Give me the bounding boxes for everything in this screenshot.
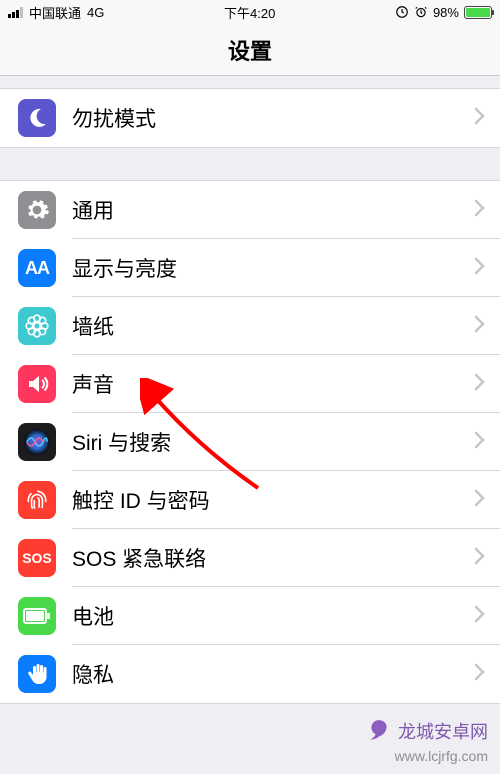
nav-bar: 设置 [0, 24, 500, 76]
fingerprint-icon [18, 481, 56, 519]
chevron-right-icon [474, 663, 486, 686]
signal-icon [8, 7, 23, 18]
row-label: 墙纸 [56, 311, 474, 341]
row-label: 勿扰模式 [56, 103, 474, 133]
settings-row-general[interactable]: 通用 [0, 181, 500, 239]
row-label: Siri 与搜索 [56, 427, 474, 457]
settings-row-siri[interactable]: Siri 与搜索 [0, 413, 500, 471]
chevron-right-icon [474, 547, 486, 570]
sos-icon: SOS [18, 539, 56, 577]
settings-group: 勿扰模式 [0, 88, 500, 148]
watermark-icon [366, 718, 392, 744]
battery-pct-label: 98% [433, 5, 459, 20]
chevron-right-icon [474, 257, 486, 280]
network-label: 4G [87, 5, 104, 20]
page-title: 设置 [228, 34, 272, 66]
speaker-icon [18, 365, 56, 403]
carrier-label: 中国联通 [29, 3, 81, 22]
textsize-icon: AA [18, 249, 56, 287]
settings-row-dnd[interactable]: 勿扰模式 [0, 89, 500, 147]
row-label: 显示与亮度 [56, 253, 474, 283]
settings-row-sound[interactable]: 声音 [0, 355, 500, 413]
hand-icon [18, 655, 56, 693]
battery-icon [18, 597, 56, 635]
settings-row-sos[interactable]: SOSSOS 紧急联络 [0, 529, 500, 587]
chevron-right-icon [474, 107, 486, 130]
row-label: 电池 [56, 601, 474, 631]
chevron-right-icon [474, 605, 486, 628]
row-label: 触控 ID 与密码 [56, 485, 474, 515]
chevron-right-icon [474, 199, 486, 222]
moon-icon [18, 99, 56, 137]
settings-list[interactable]: 勿扰模式通用AA显示与亮度墙纸声音Siri 与搜索触控 ID 与密码SOSSOS… [0, 76, 500, 704]
status-bar: 中国联通 4G 下午4:20 98% [0, 0, 500, 24]
rotation-lock-icon [395, 5, 409, 19]
settings-group: 通用AA显示与亮度墙纸声音Siri 与搜索触控 ID 与密码SOSSOS 紧急联… [0, 180, 500, 704]
row-label: 声音 [56, 369, 474, 399]
row-label: 隐私 [56, 659, 474, 689]
settings-row-battery[interactable]: 电池 [0, 587, 500, 645]
battery-icon [464, 6, 492, 19]
alarm-icon [414, 5, 428, 19]
settings-row-touchid[interactable]: 触控 ID 与密码 [0, 471, 500, 529]
flower-icon [18, 307, 56, 345]
row-label: SOS 紧急联络 [56, 543, 474, 573]
chevron-right-icon [474, 489, 486, 512]
row-label: 通用 [56, 195, 474, 225]
settings-row-wallpaper[interactable]: 墙纸 [0, 297, 500, 355]
time-label: 下午4:20 [224, 3, 275, 22]
chevron-right-icon [474, 431, 486, 454]
chevron-right-icon [474, 315, 486, 338]
gear-icon [18, 191, 56, 229]
watermark-url: www.lcjrfg.com [395, 748, 488, 764]
watermark-brand: 龙城安卓网 [366, 718, 488, 744]
chevron-right-icon [474, 373, 486, 396]
settings-row-privacy[interactable]: 隐私 [0, 645, 500, 703]
settings-row-display[interactable]: AA显示与亮度 [0, 239, 500, 297]
siri-icon [18, 423, 56, 461]
